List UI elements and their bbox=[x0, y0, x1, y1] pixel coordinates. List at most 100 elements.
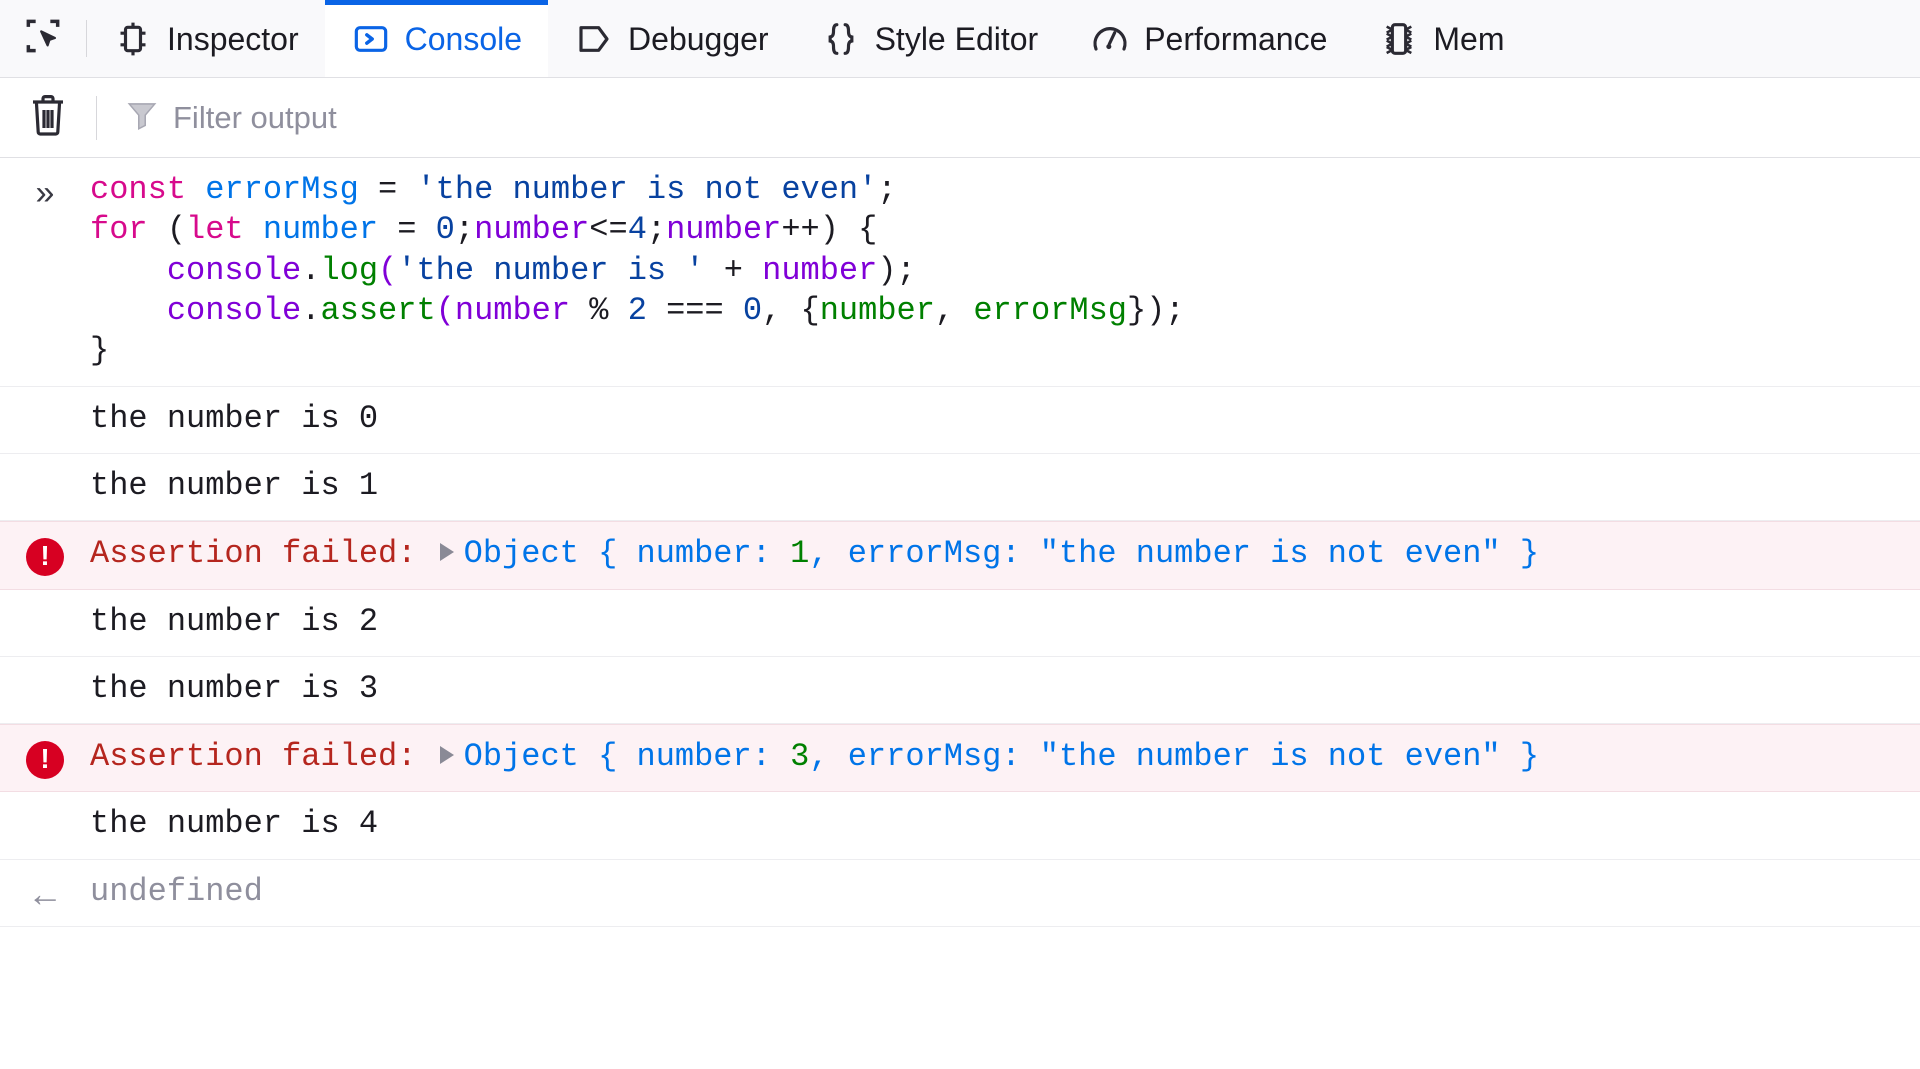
console-icon bbox=[350, 18, 391, 59]
object-value: "the number is not even" bbox=[1039, 535, 1501, 573]
code-line: } bbox=[90, 331, 1920, 371]
tab-debugger[interactable]: Debugger bbox=[548, 0, 795, 77]
inspector-icon bbox=[113, 19, 153, 59]
code-token: 0 bbox=[435, 211, 455, 249]
code-token: 0 bbox=[742, 291, 763, 329]
tab-label: Performance bbox=[1144, 20, 1328, 57]
code-token: number bbox=[819, 291, 935, 329]
code-token: === bbox=[646, 291, 743, 329]
code-token: for bbox=[90, 211, 167, 249]
code-token: ( bbox=[166, 211, 187, 249]
console-assertion-row[interactable]: ! Assertion failed: Object { number: 3, e… bbox=[0, 724, 1920, 793]
code-token: errorMsg bbox=[973, 291, 1127, 329]
code-token: errorMsg bbox=[205, 171, 359, 208]
object-comma: , bbox=[809, 535, 848, 573]
code-token: const bbox=[90, 171, 206, 208]
error-icon-glyph: ! bbox=[40, 540, 50, 572]
console-input-expression: » const errorMsg = 'the number is not eve… bbox=[0, 158, 1920, 387]
code-token: ++) { bbox=[781, 211, 878, 249]
row-gutter: » bbox=[0, 158, 90, 210]
devtools-toolbar: Inspector Console Debugger Style Editor Perf… bbox=[0, 0, 1920, 78]
funnel-icon bbox=[125, 98, 159, 137]
object-prefix: Object { bbox=[463, 535, 637, 573]
code-line: console.assert(number % 2 === 0, {number… bbox=[90, 291, 1920, 331]
expand-object-twisty-icon[interactable] bbox=[439, 745, 454, 764]
row-content: the number is 1 bbox=[90, 454, 1920, 520]
code-token: = bbox=[358, 171, 417, 208]
object-key: number bbox=[636, 535, 752, 573]
element-picker-button[interactable] bbox=[0, 0, 86, 77]
code-token: . bbox=[301, 291, 321, 329]
code-token: % bbox=[570, 291, 628, 329]
error-icon: ! bbox=[26, 538, 64, 577]
object-value: 1 bbox=[790, 535, 810, 573]
row-content: the number is 4 bbox=[90, 792, 1920, 858]
clear-console-button[interactable] bbox=[0, 91, 96, 144]
console-log-row: the number is 4 bbox=[0, 792, 1920, 860]
debugger-icon bbox=[574, 19, 614, 59]
code-token: number bbox=[454, 291, 571, 329]
assertion-label: Assertion failed: bbox=[90, 535, 417, 573]
object-separator: : bbox=[751, 738, 791, 776]
code-token: number bbox=[474, 211, 590, 249]
code-token: number bbox=[762, 251, 878, 289]
code-line: for (let number = 0;number<=4;number++) … bbox=[90, 210, 1920, 250]
style-editor-icon bbox=[821, 19, 861, 59]
object-separator: : bbox=[751, 535, 791, 573]
row-gutter: ← bbox=[0, 860, 90, 912]
code-token: ( bbox=[435, 291, 455, 329]
code-token: number bbox=[666, 211, 782, 249]
code-token: = bbox=[378, 211, 436, 249]
expand-object-twisty-icon[interactable] bbox=[439, 542, 454, 561]
tab-console[interactable]: Console bbox=[324, 0, 549, 77]
tab-performance[interactable]: Performance bbox=[1064, 0, 1353, 77]
object-key: number bbox=[636, 738, 752, 776]
tab-mem[interactable]: Mem bbox=[1353, 0, 1530, 77]
input-chevron-icon: » bbox=[35, 174, 55, 212]
error-icon: ! bbox=[26, 741, 64, 780]
filter-input[interactable] bbox=[173, 99, 873, 136]
filter-input-wrapper[interactable] bbox=[97, 98, 1920, 137]
object-prefix: Object { bbox=[463, 738, 637, 776]
console-log-row: the number is 1 bbox=[0, 454, 1920, 522]
row-gutter bbox=[0, 454, 90, 464]
console-log-row: the number is 3 bbox=[0, 657, 1920, 725]
row-gutter: ! bbox=[0, 725, 90, 780]
return-arrow-icon: ← bbox=[27, 872, 63, 914]
code-token: ; bbox=[454, 211, 475, 249]
log-message: the number is 3 bbox=[90, 669, 379, 707]
code-token: , bbox=[934, 291, 974, 329]
return-value: undefined bbox=[90, 872, 263, 910]
code-token: 'the number is not even' bbox=[416, 171, 878, 208]
tab-label: Mem bbox=[1433, 20, 1505, 57]
code-token: 2 bbox=[627, 291, 647, 329]
code-token: , { bbox=[762, 291, 820, 329]
log-message: the number is 0 bbox=[90, 399, 379, 437]
code-token: + bbox=[704, 251, 763, 289]
object-key: errorMsg bbox=[847, 535, 1002, 573]
code-token: . bbox=[301, 251, 321, 289]
object-separator: : bbox=[1001, 738, 1040, 776]
tab-style-editor[interactable]: Style Editor bbox=[795, 0, 1065, 77]
devtools-tab-list: Inspector Console Debugger Style Editor Perf… bbox=[87, 0, 1920, 77]
code-token: <= bbox=[589, 211, 628, 249]
object-comma: , bbox=[809, 738, 848, 776]
row-content: Assertion failed: Object { number: 3, er… bbox=[90, 725, 1920, 791]
console-assertion-row[interactable]: ! Assertion failed: Object { number: 1, e… bbox=[0, 521, 1920, 590]
code-token: ( bbox=[378, 251, 398, 289]
code-token: console bbox=[166, 251, 302, 289]
row-content: the number is 0 bbox=[90, 387, 1920, 453]
object-suffix: } bbox=[1500, 738, 1540, 776]
code-token: ); bbox=[877, 251, 916, 289]
console-log-row: the number is 0 bbox=[0, 387, 1920, 454]
error-icon-glyph: ! bbox=[40, 743, 50, 775]
tab-label: Debugger bbox=[628, 20, 769, 57]
tab-inspector[interactable]: Inspector bbox=[87, 0, 325, 77]
object-value: 3 bbox=[790, 738, 810, 776]
console-return-row: ← undefined bbox=[0, 860, 1920, 928]
row-gutter bbox=[0, 590, 90, 600]
console-output: » const errorMsg = 'the number is not eve… bbox=[0, 158, 1920, 928]
code-token: number bbox=[262, 211, 379, 249]
code-token: ; bbox=[646, 211, 667, 249]
